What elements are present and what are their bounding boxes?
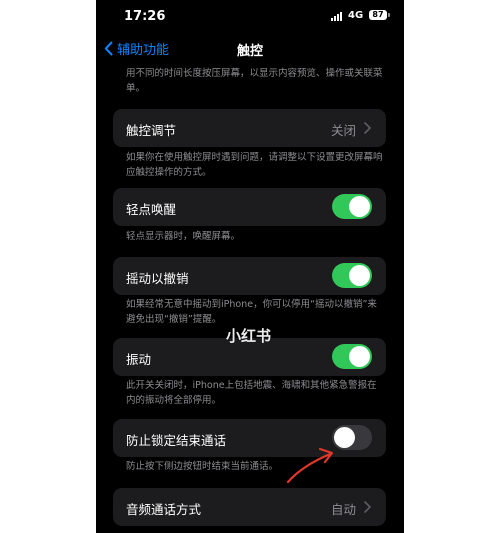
vibration-toggle[interactable] xyxy=(332,344,372,369)
tap-to-wake-footer: 轻点显示器时，唤醒屏幕。 xyxy=(126,231,241,242)
phone-screen: 17:26 4G 87 辅助功能 触控 用不同的时间长度按压屏幕，以显示内容预览… xyxy=(96,0,404,533)
chevron-right-icon xyxy=(364,501,371,513)
navigation-bar: 辅助功能 触控 xyxy=(96,34,404,64)
row-tap-to-wake: 轻点唤醒 xyxy=(113,188,386,226)
row-call-audio-routing[interactable]: 音频通话方式 自动 xyxy=(113,488,386,526)
toggle-knob xyxy=(349,196,370,217)
row-value: 关闭 xyxy=(330,123,356,138)
row-label: 摇动以撤销 xyxy=(126,271,189,286)
battery-icon: 87 xyxy=(369,10,387,20)
annotation-arrow-icon xyxy=(286,447,334,484)
row-label: 防止锁定结束通话 xyxy=(126,433,227,448)
status-time: 17:26 xyxy=(124,9,166,24)
page-title: 触控 xyxy=(236,44,263,59)
row-touch-accommodations[interactable]: 触控调节 关闭 xyxy=(113,109,386,147)
row-prevent-lock-end-call: 防止锁定结束通话 xyxy=(113,419,386,457)
status-bar: 17:26 4G 87 xyxy=(96,0,404,34)
row-label: 轻点唤醒 xyxy=(126,202,177,217)
toggle-knob xyxy=(349,265,370,286)
network-type: 4G xyxy=(348,10,364,21)
vibration-footer: 此开关关闭时，iPhone上包括地震、海啸和其他紧急警报在内的振动将全部停用。 xyxy=(126,380,377,406)
shake-to-undo-footer: 如果经常无意中摇动到iPhone，你可以停用“摇动以撤销”来避免出现“撤销”提醒… xyxy=(126,299,377,325)
tap-to-wake-toggle[interactable] xyxy=(332,194,372,219)
row-label: 振动 xyxy=(126,352,152,367)
row-label: 触控调节 xyxy=(126,123,177,138)
watermark-logo: 小红书 xyxy=(226,327,272,345)
top-footer-text: 用不同的时间长度按压屏幕，以显示内容预览、操作或关联菜单。 xyxy=(126,68,383,94)
shake-to-undo-toggle[interactable] xyxy=(332,263,372,288)
battery-tip xyxy=(388,13,390,17)
row-shake-to-undo: 摇动以撤销 xyxy=(113,257,386,295)
cellular-signal-icon xyxy=(331,12,342,21)
prevent-lock-end-call-footer: 防止按下侧边按钮时结束当前通话。 xyxy=(126,461,279,472)
row-value: 自动 xyxy=(330,502,356,517)
row-label: 音频通话方式 xyxy=(126,502,202,517)
toggle-knob xyxy=(349,346,370,367)
chevron-right-icon xyxy=(364,122,371,134)
touch-accommodations-footer: 如果你在使用触控屏时遇到问题，请调整以下设置更改屏幕响应触控操作的方式。 xyxy=(126,152,383,178)
